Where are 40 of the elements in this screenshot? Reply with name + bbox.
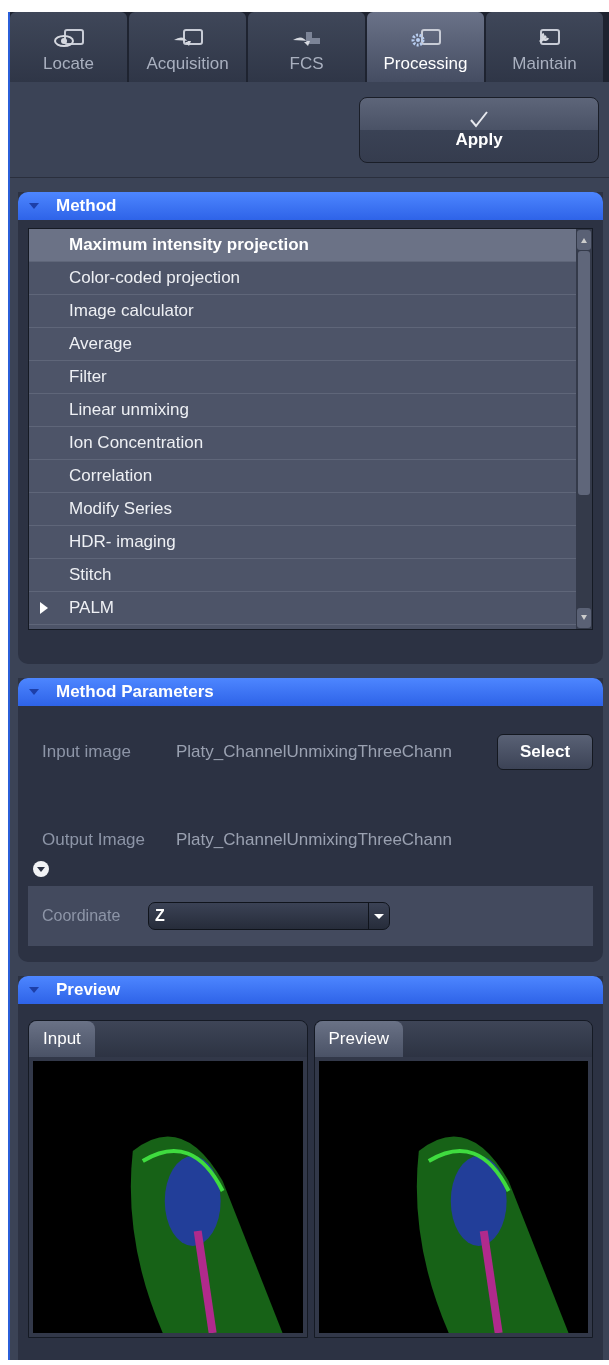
method-list-item[interactable]: PALM [29,592,576,625]
method-list-item[interactable]: HDR- imaging [29,526,576,559]
select-button[interactable]: Select [497,734,593,770]
field-label: Output Image [42,830,146,850]
method-list-item[interactable]: Linear unmixing [29,394,576,427]
method-list-item[interactable]: Average [29,328,576,361]
method-list-item[interactable]: Image calculator [29,295,576,328]
method-list-item[interactable]: Color-coded projection [29,262,576,295]
tab[interactable]: FCS [248,12,365,82]
pane-tab[interactable]: Input [29,1021,95,1057]
tab[interactable]: Locate [10,12,127,82]
section-header[interactable]: Method Parameters [18,678,603,706]
tab[interactable]: Acquisition [129,12,246,82]
tab[interactable]: Processing [367,12,484,82]
section-title: Method Parameters [56,682,214,702]
field-value: Platy_ChannelUnmixingThreeChann [176,742,453,762]
field-label: Input image [42,742,132,762]
section-title: Method [56,196,117,216]
checkmark-icon [469,110,489,128]
apply-button[interactable]: Apply [359,97,599,163]
method-list-item[interactable]: Correlation [29,460,576,493]
pane-tab[interactable]: Preview [314,1021,403,1057]
scrollbar[interactable] [576,229,592,629]
collapse-triangle-icon[interactable] [28,986,40,994]
section-header[interactable]: Method [18,192,603,220]
method-list-item[interactable]: Modify Series [29,493,576,526]
method-list-item[interactable]: Stitch [29,559,576,592]
collapse-toggle-icon[interactable] [32,860,50,878]
method-list-item[interactable]: Ion Concentration [29,427,576,460]
field-value: Platy_ChannelUnmixingThreeChann [176,830,453,850]
collapse-triangle-icon[interactable] [28,202,40,210]
method-list-item[interactable]: Maximum intensity projection [29,229,576,262]
method-list-item[interactable]: Filter [29,361,576,394]
section-title: Preview [56,980,121,1000]
tab[interactable]: Maintain [486,12,603,82]
collapse-triangle-icon[interactable] [28,688,40,696]
section-header[interactable]: Preview [18,976,603,1004]
coordinate-dropdown[interactable]: Z [148,902,390,930]
field-label: Coordinate [42,907,122,925]
expand-triangle-icon[interactable] [39,602,49,614]
